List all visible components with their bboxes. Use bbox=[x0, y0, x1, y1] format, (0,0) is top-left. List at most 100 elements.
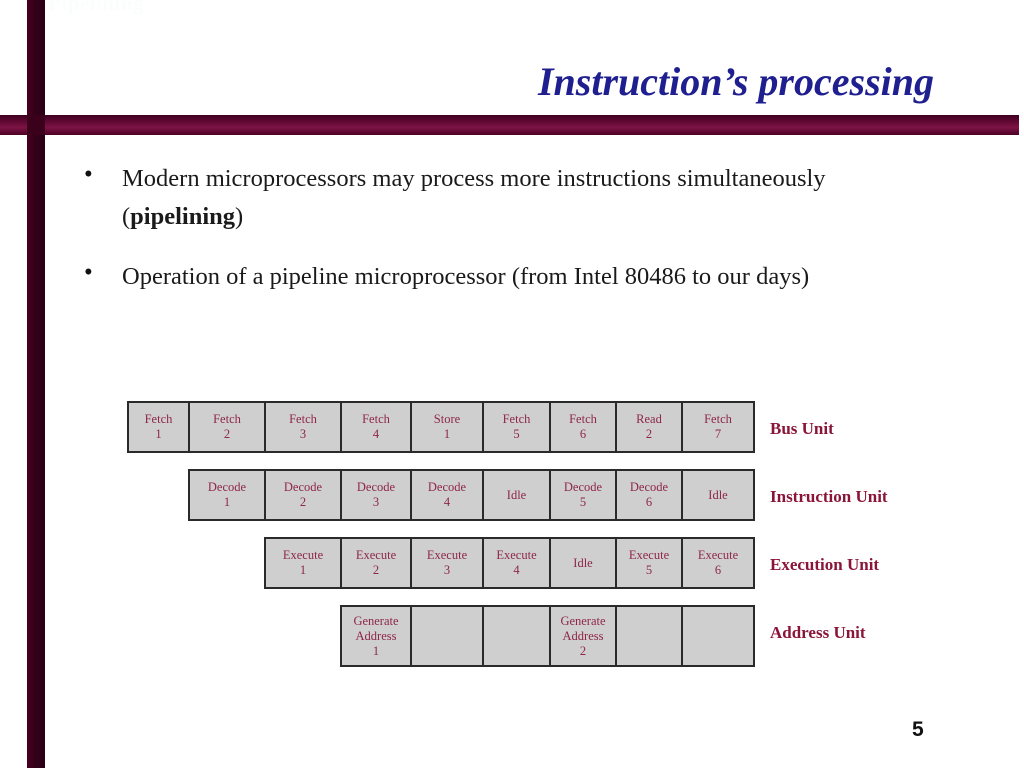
pipeline-cell-line: Decode bbox=[563, 480, 603, 494]
pipeline-cell[interactable]: Read 2 bbox=[617, 403, 683, 451]
pipeline-cell-line: Address bbox=[355, 628, 397, 643]
pipeline-cell[interactable]: Fetch 4 bbox=[342, 403, 412, 451]
pipeline-cell-line: Fetch bbox=[704, 412, 732, 426]
pipeline-cell-line: Execute bbox=[426, 548, 468, 562]
pipeline-cell-line: 1 bbox=[443, 427, 451, 441]
pipeline-cell-line: 1 bbox=[372, 643, 380, 658]
pipeline-cell[interactable]: Idle bbox=[551, 539, 617, 587]
pipeline-cell-line: Execute bbox=[355, 548, 397, 562]
pipeline-cell[interactable]: Execute 1 bbox=[266, 539, 342, 587]
pipeline-cell[interactable]: Execute 5 bbox=[617, 539, 683, 587]
pipeline-cell-line: 2 bbox=[299, 495, 307, 509]
pipeline-cell-line: Fetch bbox=[144, 412, 173, 426]
pipeline-unit-label: Address Unit bbox=[770, 623, 866, 642]
pipeline-cell[interactable]: Generate Address 1 bbox=[342, 607, 412, 665]
pipeline-cell-line: Execute bbox=[628, 548, 670, 562]
pipeline-stage-row: Execute 1 Execute 2 Execute 3 Execute 4 Idle Exec… bbox=[264, 537, 755, 589]
pipeline-stage-row: Fetch 1 Fetch 2 Fetch 3 Fetch 4 Store 1 Fetch 5 Fetc… bbox=[127, 401, 755, 453]
pipeline-cell-line: Idle bbox=[573, 555, 593, 570]
pipeline-cell-line: Decode bbox=[427, 480, 467, 494]
pipeline-cell[interactable]: Idle bbox=[683, 471, 753, 519]
bullet-item: • Modern microprocessors may process more… bbox=[78, 160, 958, 236]
pipeline-cell-line: 4 bbox=[372, 427, 380, 441]
pipeline-unit-label: Bus Unit bbox=[770, 419, 834, 438]
bullet-marker-icon: • bbox=[84, 161, 93, 188]
pipeline-stage-row: Decode 1 Decode 2 Decode 3 Decode 4 Idle Decode 5 D… bbox=[188, 469, 755, 521]
pipeline-cell-line: 1 bbox=[299, 563, 307, 577]
pipeline-cell-line: 4 bbox=[513, 563, 520, 577]
cutoff-header-text: Pipelining bbox=[48, 0, 145, 15]
pipeline-cell-line: 2 bbox=[372, 563, 380, 577]
pipeline-cell-line: Decode bbox=[629, 480, 669, 494]
pipeline-cell[interactable]: Generate Address 2 bbox=[551, 607, 617, 665]
pipeline-cell[interactable]: Decode 4 bbox=[412, 471, 484, 519]
pipeline-cell[interactable]: Execute 3 bbox=[412, 539, 484, 587]
pipeline-cell-line: Idle bbox=[506, 487, 527, 502]
pipeline-cell-line: 4 bbox=[443, 495, 451, 509]
decorative-horizontal-bar bbox=[0, 115, 1019, 135]
pipeline-cell-line: 3 bbox=[443, 563, 451, 577]
pipeline-cell[interactable]: Idle bbox=[484, 471, 551, 519]
pipeline-cell[interactable] bbox=[617, 607, 683, 665]
pipeline-cell[interactable]: Fetch 3 bbox=[266, 403, 342, 451]
pipeline-cell-line: 2 bbox=[223, 427, 231, 441]
page-number: 5 bbox=[912, 718, 924, 741]
pipeline-cell-line: Generate bbox=[560, 613, 606, 628]
pipeline-cell-line: Fetch bbox=[213, 412, 241, 426]
pipeline-cell-line: 6 bbox=[645, 495, 653, 509]
pipeline-cell-line: Execute bbox=[282, 548, 324, 562]
pipeline-cell-line: 3 bbox=[372, 495, 380, 509]
pipeline-cell-line: 5 bbox=[645, 563, 653, 577]
pipeline-cell-line: 5 bbox=[579, 495, 587, 509]
pipeline-cell[interactable]: Decode 6 bbox=[617, 471, 683, 519]
pipeline-cell-line: Fetch bbox=[289, 412, 317, 426]
bullet-line-primary: Operation of a pipeline microprocessor (… bbox=[122, 263, 810, 290]
pipeline-cell-line: Fetch bbox=[569, 412, 597, 426]
pipeline-cell-line: Execute bbox=[697, 548, 739, 562]
pipeline-cell[interactable]: Decode 3 bbox=[342, 471, 412, 519]
pipeline-unit-label: Instruction Unit bbox=[770, 487, 888, 506]
pipeline-cell[interactable]: Fetch 6 bbox=[551, 403, 617, 451]
bullet-item: • Operation of a pipeline microprocessor … bbox=[78, 258, 958, 296]
pipeline-cell[interactable]: Fetch 5 bbox=[484, 403, 551, 451]
pipeline-cell[interactable]: Decode 2 bbox=[266, 471, 342, 519]
page-title: Instruction’s processing bbox=[537, 59, 934, 104]
pipeline-cell-line: Read bbox=[636, 412, 662, 426]
pipeline-cell[interactable]: Execute 2 bbox=[342, 539, 412, 587]
pipeline-cell-line: 2 bbox=[645, 427, 653, 441]
pipeline-cell[interactable]: Fetch 2 bbox=[190, 403, 266, 451]
pipeline-cell-line: Fetch bbox=[362, 412, 390, 426]
pipeline-cell-line: Generate bbox=[353, 613, 399, 628]
pipeline-cell[interactable]: Decode 1 bbox=[190, 471, 266, 519]
pipeline-cell-line: Address bbox=[562, 628, 604, 643]
pipeline-cell-line: 3 bbox=[299, 427, 307, 441]
pipeline-cell-line: Execute bbox=[496, 548, 537, 562]
pipeline-cell[interactable]: Decode 5 bbox=[551, 471, 617, 519]
bullet-emphasis-term: pipelining bbox=[130, 203, 236, 230]
pipeline-cell-line: 6 bbox=[714, 563, 722, 577]
bullet-text: Modern microprocessors may process more … bbox=[122, 160, 826, 236]
bullet-line-secondary-suffix: ) bbox=[235, 203, 244, 230]
pipeline-unit-label: Execution Unit bbox=[770, 555, 880, 574]
pipeline-cell[interactable]: Fetch 7 bbox=[683, 403, 753, 451]
bullet-line-primary: Modern microprocessors may process more … bbox=[122, 165, 826, 192]
pipeline-cell[interactable] bbox=[412, 607, 484, 665]
bullet-text: Operation of a pipeline microprocessor (… bbox=[122, 258, 809, 296]
pipeline-cell-line: 6 bbox=[579, 427, 587, 441]
pipeline-cell[interactable]: Fetch 1 bbox=[129, 403, 190, 451]
pipeline-cell-line: Idle bbox=[708, 487, 728, 502]
pipeline-cell-line: 2 bbox=[579, 643, 587, 658]
pipeline-cell[interactable]: Store 1 bbox=[412, 403, 484, 451]
pipeline-cell-line: Store bbox=[433, 412, 461, 426]
pipeline-cell[interactable]: Execute 6 bbox=[683, 539, 753, 587]
pipeline-stage-row: Generate Address 1 Generate Address 2 bbox=[340, 605, 755, 667]
pipeline-cell-line: Decode bbox=[207, 480, 247, 494]
bullet-line-secondary-prefix: ( bbox=[122, 203, 131, 230]
pipeline-cell-line: Decode bbox=[283, 480, 323, 494]
bullet-list: • Modern microprocessors may process more… bbox=[78, 160, 958, 318]
pipeline-cell[interactable] bbox=[484, 607, 551, 665]
pipeline-cell[interactable]: Execute 4 bbox=[484, 539, 551, 587]
pipeline-cell-line: 1 bbox=[155, 427, 162, 441]
pipeline-cell-line: 1 bbox=[223, 495, 231, 509]
pipeline-cell[interactable] bbox=[683, 607, 753, 665]
